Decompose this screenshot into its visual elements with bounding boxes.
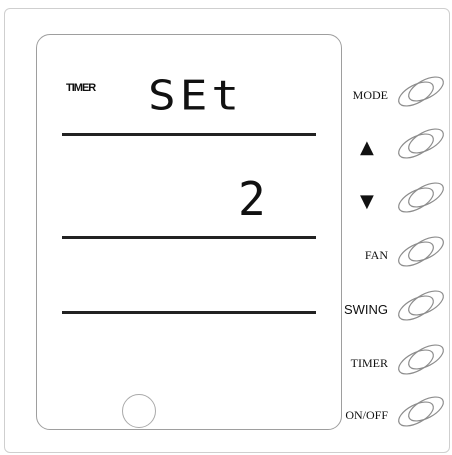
onoff-button[interactable]: [392, 396, 452, 427]
swing-button[interactable]: [392, 290, 452, 321]
fan-button[interactable]: [392, 236, 452, 267]
onoff-button-label[interactable]: ON/OFF: [318, 408, 388, 423]
down-button[interactable]: [392, 182, 452, 213]
divider-line: [62, 311, 316, 314]
down-arrow-icon[interactable]: ▼: [360, 191, 374, 212]
mode-button-label[interactable]: MODE: [318, 88, 388, 103]
fan-button-label[interactable]: FAN: [318, 248, 388, 263]
swing-button-label[interactable]: SWING: [318, 302, 388, 317]
up-button[interactable]: [392, 128, 452, 159]
timer-indicator: TIMER: [66, 82, 96, 94]
ir-sensor-icon: [122, 394, 156, 428]
divider-line: [62, 236, 316, 239]
timer-button-label[interactable]: TIMER: [318, 356, 388, 371]
up-arrow-icon[interactable]: ▲: [360, 137, 374, 158]
set-mode-text: SEt: [148, 70, 244, 120]
mode-button[interactable]: [392, 76, 452, 107]
divider-line: [62, 133, 316, 136]
timer-button[interactable]: [392, 344, 452, 375]
timer-value: 2: [238, 172, 266, 226]
